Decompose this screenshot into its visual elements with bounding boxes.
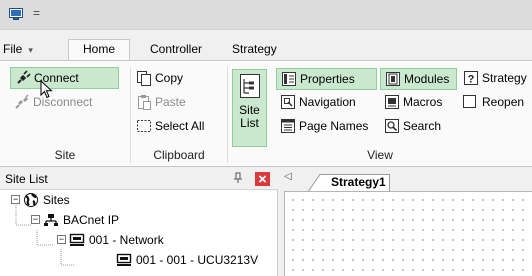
site-list-pane: Site List − Sites − BACnet IP − 001 - Ne…	[0, 168, 278, 276]
ribbon-tab-bar: File ▾ Home Controller Strategy	[0, 30, 532, 62]
site-tree: − Sites − BACnet IP − 001 - Network 001 …	[0, 191, 278, 276]
navigation-button[interactable]: Navigation	[280, 92, 356, 114]
copy-icon	[137, 70, 151, 86]
site-list-button[interactable]: Site List	[232, 69, 267, 147]
macros-icon	[385, 94, 399, 109]
reopen-checkbox[interactable]: Reopen	[463, 92, 524, 114]
file-menu-label: File	[3, 42, 23, 56]
page-names-icon	[281, 118, 295, 133]
plug-icon	[17, 70, 31, 84]
tree-node-label: Sites	[43, 193, 70, 207]
select-all-button[interactable]: Select All	[136, 116, 204, 138]
select-all-label: Select All	[155, 119, 205, 133]
mouse-cursor-icon	[40, 80, 53, 99]
tab-controller[interactable]: Controller	[150, 40, 202, 60]
modules-label: Modules	[404, 72, 450, 86]
help-icon: ?	[464, 70, 478, 85]
tree-node-sites[interactable]: − Sites	[11, 191, 70, 209]
document-area: ◁ Strategy1	[279, 168, 532, 276]
macros-label: Macros	[403, 95, 443, 109]
close-pane-button[interactable]	[255, 172, 270, 186]
properties-label: Properties	[300, 72, 355, 86]
modules-button[interactable]: Modules	[380, 68, 457, 90]
search-label: Search	[403, 119, 442, 133]
site-list-label-line2: List	[240, 116, 259, 130]
quick-access-toolbar-menu[interactable]: =	[33, 6, 40, 20]
title-bar: =	[0, 0, 532, 30]
site-list-icon	[239, 74, 260, 98]
properties-icon	[282, 71, 296, 86]
reopen-label: Reopen	[482, 95, 525, 109]
app-icon	[9, 8, 23, 20]
modules-icon	[386, 71, 400, 86]
select-all-icon	[137, 119, 151, 132]
tree-node-label: BACnet IP	[63, 213, 120, 227]
tree-node-bacnet-ip[interactable]: − BACnet IP	[31, 211, 119, 229]
svg-text:?: ?	[468, 73, 475, 85]
strategy-view-label: Strategy	[482, 71, 527, 85]
macros-button[interactable]: Macros	[384, 92, 442, 114]
paste-label: Paste	[155, 95, 186, 109]
file-menu[interactable]: File ▾	[3, 40, 33, 60]
site-list-pane-header: Site List	[0, 168, 278, 190]
tree-node-network[interactable]: − 001 - Network	[57, 231, 164, 249]
page-names-button[interactable]: Page Names	[280, 116, 368, 138]
strategy-view-button[interactable]: ? Strategy	[463, 68, 527, 90]
strategy-canvas[interactable]	[284, 191, 532, 276]
connect-button[interactable]: Connect	[10, 67, 119, 89]
paste-button[interactable]: Paste	[136, 92, 186, 114]
page-names-label: Page Names	[299, 119, 369, 133]
copy-label: Copy	[155, 71, 184, 85]
navigation-label: Navigation	[299, 95, 356, 109]
tree-node-label: 001 - Network	[89, 233, 164, 247]
properties-button[interactable]: Properties	[276, 68, 377, 90]
view-group-label: View	[367, 148, 393, 162]
collapse-icon[interactable]: −	[57, 235, 66, 245]
tab-strategy1[interactable]: Strategy1	[331, 175, 386, 189]
navigation-icon	[281, 94, 295, 109]
collapse-icon[interactable]: −	[11, 195, 20, 205]
checkbox-icon	[463, 95, 476, 109]
clipboard-group-label: Clipboard	[153, 148, 205, 162]
ribbon: Connect Disconnect Site Copy Paste Selec…	[0, 60, 532, 167]
unplug-icon	[15, 94, 29, 109]
site-group-label: Site	[54, 148, 76, 162]
tree-node-label: 001 - 001 - UCU3213V	[136, 253, 259, 267]
copy-button[interactable]: Copy	[136, 68, 183, 90]
tab-strategy[interactable]: Strategy	[232, 40, 277, 60]
pin-icon[interactable]	[233, 172, 243, 184]
tab-scroll-left-button[interactable]: ◁	[284, 171, 292, 182]
controller-icon	[116, 253, 132, 266]
collapse-icon[interactable]: −	[31, 215, 40, 225]
globe-icon	[24, 192, 38, 207]
chevron-down-icon: ▾	[28, 45, 33, 55]
tree-node-controller[interactable]: 001 - 001 - UCU3213V	[116, 251, 258, 269]
network-icon	[44, 213, 58, 226]
computer-icon	[69, 233, 85, 246]
paste-icon	[138, 94, 151, 110]
tab-home[interactable]: Home	[68, 39, 130, 62]
search-button[interactable]: Search	[384, 116, 441, 138]
site-list-pane-title: Site List	[5, 172, 48, 186]
search-icon	[385, 118, 399, 133]
